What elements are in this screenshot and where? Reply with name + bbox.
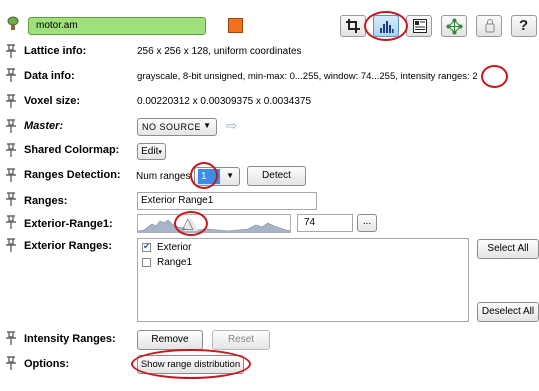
chevron-down-icon: ▾ xyxy=(158,149,162,156)
help-icon: ? xyxy=(519,17,529,34)
lattice-info-value: 256 x 256 x 128, uniform coordinates xyxy=(137,46,302,57)
network-icon xyxy=(446,18,463,38)
ranges-label: Ranges: xyxy=(24,195,68,207)
pin-icon[interactable] xyxy=(5,238,17,252)
colormap-edit-label: Edit xyxy=(141,146,159,157)
detect-button[interactable]: Detect xyxy=(247,166,306,186)
module-name: motor.am xyxy=(36,20,78,31)
document-icon xyxy=(413,19,427,36)
module-color-swatch[interactable] xyxy=(228,18,243,33)
range-browse-label: ... xyxy=(362,216,372,227)
module-name-field[interactable]: motor.am xyxy=(28,17,206,35)
show-range-distribution-button[interactable]: Show range distribution xyxy=(137,355,244,374)
checkbox-range1[interactable] xyxy=(142,258,151,267)
deselect-all-button[interactable]: Deselect All xyxy=(477,302,539,322)
list-item-exterior[interactable]: ✔ Exterior xyxy=(142,241,262,255)
lock-icon xyxy=(485,19,495,36)
exterior-ranges-list[interactable]: ✔ Exterior Range1 xyxy=(137,238,469,322)
lock-button[interactable] xyxy=(476,15,502,37)
chevron-down-icon: ▼ xyxy=(226,171,234,180)
pin-icon[interactable] xyxy=(5,168,17,182)
master-dropdown-value: NO SOURCE xyxy=(142,122,202,132)
remove-button[interactable]: Remove xyxy=(137,330,203,350)
network-button[interactable] xyxy=(441,15,467,37)
num-ranges-value: 1 xyxy=(198,169,220,184)
num-ranges-spinbox[interactable]: 1 ▼ xyxy=(194,167,240,186)
num-ranges-label: Num ranges xyxy=(136,171,191,182)
chevron-down-icon: ▼ xyxy=(203,121,211,130)
module-icon[interactable] xyxy=(6,16,20,32)
ranges-input-value: Exterior Range1 xyxy=(141,195,214,206)
help-button[interactable]: ? xyxy=(511,15,537,37)
histogram-graphic xyxy=(138,219,290,232)
master-label: Master: xyxy=(24,120,64,132)
voxel-size-label: Voxel size: xyxy=(24,95,81,107)
document-button[interactable] xyxy=(406,15,432,37)
pin-icon[interactable] xyxy=(5,119,17,133)
range-value-input[interactable]: 74 xyxy=(297,214,353,232)
range-browse-button[interactable]: ... xyxy=(357,214,377,232)
check-icon: ✔ xyxy=(143,241,151,251)
data-info-label: Data info: xyxy=(24,70,75,82)
show-range-distribution-label: Show range distribution xyxy=(140,359,241,370)
connect-arrow-icon[interactable]: ⇨ xyxy=(226,118,237,134)
data-info-value: grayscale, 8-bit unsigned, min-max: 0...… xyxy=(137,71,478,82)
detect-button-label: Detect xyxy=(262,170,291,181)
shared-colormap-label: Shared Colormap: xyxy=(24,144,120,156)
ranges-detection-label: Ranges Detection: xyxy=(24,169,121,181)
pin-icon[interactable] xyxy=(5,356,17,370)
voxel-size-value: 0.00220312 x 0.00309375 x 0.0034375 xyxy=(137,96,312,107)
select-all-button[interactable]: Select All xyxy=(477,239,539,259)
histogram-button[interactable] xyxy=(373,15,399,37)
crop-icon xyxy=(346,19,360,36)
options-label: Options: xyxy=(24,358,70,370)
pin-icon[interactable] xyxy=(5,94,17,108)
list-item-label: Range1 xyxy=(157,257,193,268)
pin-icon[interactable] xyxy=(5,44,17,58)
pin-icon[interactable] xyxy=(5,331,17,345)
pin-icon[interactable] xyxy=(5,192,17,206)
pin-icon[interactable] xyxy=(5,68,17,82)
lattice-info-label: Lattice info: xyxy=(24,45,87,57)
remove-label: Remove xyxy=(151,334,189,345)
range-slider-handle-outline-icon: △ xyxy=(182,215,194,232)
pin-icon[interactable] xyxy=(5,215,17,229)
select-all-label: Select All xyxy=(487,243,529,254)
reset-label: Reset xyxy=(227,334,255,345)
range-value: 74 xyxy=(304,217,316,228)
master-dropdown[interactable]: NO SOURCE ▼ xyxy=(137,118,217,136)
pin-icon[interactable] xyxy=(5,143,17,157)
annotation-ellipse-intensity-ranges xyxy=(481,65,508,88)
list-item-label: Exterior xyxy=(157,242,192,253)
crop-button[interactable] xyxy=(340,15,366,37)
colormap-edit-button[interactable]: Edit▾ xyxy=(137,143,166,160)
checkbox-exterior[interactable]: ✔ xyxy=(142,241,151,252)
intensity-ranges-label: Intensity Ranges: xyxy=(24,333,116,345)
exterior-range1-label: Exterior-Range1: xyxy=(24,218,113,230)
histogram-icon xyxy=(379,19,394,37)
exterior-ranges-label: Exterior Ranges: xyxy=(24,240,113,252)
reset-button[interactable]: Reset xyxy=(212,330,270,350)
deselect-all-label: Deselect All xyxy=(481,306,535,317)
ranges-input[interactable]: Exterior Range1 xyxy=(137,192,317,210)
list-item-range1[interactable]: Range1 xyxy=(142,257,262,270)
range-histogram-slider[interactable]: △ xyxy=(137,214,291,233)
